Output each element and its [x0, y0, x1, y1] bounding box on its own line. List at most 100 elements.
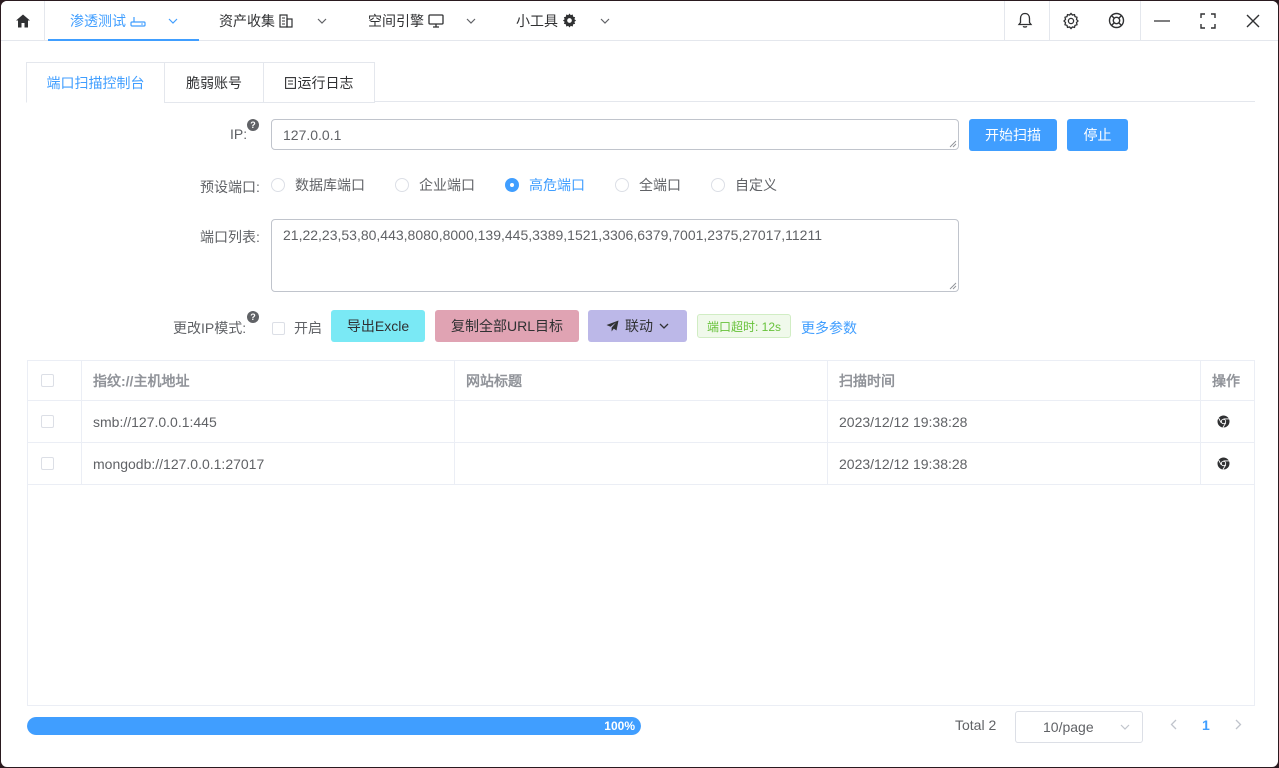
port-list-label: 端口列表:: [200, 229, 260, 245]
row-action-open-browser[interactable]: [1201, 401, 1254, 443]
column-header: 指纹://主机地址: [82, 361, 455, 401]
app-window: 渗透测试 资产收集 空间引擎 小工具 端口扫描控制台 脆弱账号 运行日志 IP:…: [1, 1, 1278, 767]
close-button[interactable]: [1230, 1, 1276, 40]
cell-time: 2023/12/12 19:38:28: [828, 401, 1201, 443]
ip-label: IP:: [230, 126, 248, 142]
radio-circle: [505, 178, 519, 192]
radio-custom[interactable]: 自定义: [711, 175, 777, 195]
notifications-button[interactable]: [1002, 1, 1048, 40]
page-number-current[interactable]: 1: [1202, 717, 1210, 733]
link-dropdown-button[interactable]: 联动: [588, 310, 687, 342]
tab-run-log[interactable]: 运行日志: [263, 62, 375, 103]
radio-all-ports[interactable]: 全端口: [615, 175, 681, 195]
chevron-down-icon: [659, 323, 669, 329]
tab-weak-accounts[interactable]: 脆弱账号: [164, 62, 264, 103]
bell-icon: [1017, 12, 1033, 28]
home-button[interactable]: [1, 1, 45, 40]
settings-icon: [1063, 12, 1079, 29]
chevron-left-icon: [1170, 719, 1177, 730]
close-icon: [1246, 14, 1260, 27]
tab-label: 脆弱账号: [186, 74, 242, 91]
pagination-total: Total 2: [955, 717, 997, 733]
radio-enterprise-ports[interactable]: 企业端口: [395, 175, 475, 195]
radio-label: 企业端口: [419, 177, 475, 193]
menu-tools[interactable]: 小工具: [499, 1, 629, 40]
tabs-divider: [349, 101, 1255, 102]
settings-button[interactable]: [1048, 1, 1094, 40]
ip-value: 127.0.0.1: [283, 127, 342, 143]
gear-icon: [562, 13, 577, 28]
tab-port-scan-console[interactable]: 端口扫描控制台: [26, 62, 165, 103]
radio-label: 全端口: [639, 177, 681, 193]
more-params-link[interactable]: 更多参数: [801, 318, 857, 338]
menu-asset-collection[interactable]: 资产收集: [199, 1, 349, 40]
checkbox-label: 开启: [294, 320, 322, 336]
resize-handle-icon[interactable]: [949, 140, 957, 148]
export-excel-button[interactable]: 导出Excle: [331, 310, 425, 342]
chrome-icon: [1217, 415, 1230, 428]
tab-label: 运行日志: [297, 74, 354, 91]
minimize-button[interactable]: [1139, 1, 1185, 40]
chevron-down-icon: [168, 18, 178, 24]
radio-label: 自定义: [735, 177, 777, 193]
chevron-down-icon: [600, 18, 610, 24]
stop-button[interactable]: 停止: [1067, 119, 1128, 151]
ip-mode-checkbox[interactable]: 开启: [272, 318, 322, 338]
chevron-down-icon: [466, 18, 476, 24]
lifebuoy-icon: [1108, 12, 1124, 29]
row-checkbox[interactable]: [28, 401, 82, 443]
log-icon: [284, 76, 296, 89]
tab-label: 端口扫描控制台: [46, 74, 145, 91]
menu-asset-label: 资产收集: [219, 12, 275, 29]
maximize-icon: [1200, 12, 1216, 29]
radio-circle: [711, 178, 725, 192]
radio-circle: [271, 178, 285, 192]
cell-title: [455, 401, 828, 443]
help-icon[interactable]: ?: [247, 311, 259, 323]
maximize-button[interactable]: [1185, 1, 1231, 40]
column-header: 操作: [1201, 361, 1254, 401]
radio-database-ports[interactable]: 数据库端口: [271, 175, 365, 195]
prev-page-button[interactable]: [1170, 717, 1177, 733]
checkbox-box: [272, 321, 285, 335]
chevron-down-icon: [1120, 724, 1130, 730]
preset-ports-label: 预设端口:: [200, 179, 260, 195]
port-list-value: 21,22,23,53,80,443,8080,8000,139,445,338…: [283, 227, 822, 243]
row-action-open-browser[interactable]: [1201, 443, 1254, 485]
scan-progress-bar: 100%: [27, 717, 641, 735]
progress-label: 100%: [604, 719, 635, 733]
resize-handle-icon[interactable]: [949, 282, 957, 290]
header-select-all[interactable]: [28, 361, 82, 401]
minimize-icon: [1154, 19, 1170, 22]
ip-input[interactable]: 127.0.0.1: [271, 119, 959, 150]
ip-mode-label: 更改IP模式:: [173, 320, 247, 336]
radio-circle: [615, 178, 629, 192]
radio-label: 数据库端口: [295, 177, 365, 193]
page-size-select[interactable]: 10/page: [1015, 711, 1143, 743]
building-icon: [279, 13, 293, 28]
port-timeout-tag: 端口超时: 12s: [697, 314, 792, 338]
link-button-label: 联动: [625, 318, 653, 334]
home-icon: [15, 14, 30, 27]
top-menu-bar: 渗透测试 资产收集 空间引擎 小工具: [1, 1, 1278, 41]
column-header: 网站标题: [455, 361, 828, 401]
menu-pentest-label: 渗透测试: [70, 12, 126, 29]
cell-address: smb://127.0.0.1:445: [82, 401, 455, 443]
start-scan-button[interactable]: 开始扫描: [969, 119, 1057, 151]
menu-pentest[interactable]: 渗透测试: [48, 1, 199, 41]
page-size-value: 10/page: [1043, 719, 1094, 735]
next-page-button[interactable]: [1235, 717, 1242, 733]
help-button[interactable]: [1093, 1, 1139, 40]
radio-high-risk-ports[interactable]: 高危端口: [505, 175, 585, 195]
row-checkbox[interactable]: [28, 443, 82, 485]
cell-time: 2023/12/12 19:38:28: [828, 443, 1201, 485]
menu-space-engine[interactable]: 空间引擎: [349, 1, 499, 40]
checkbox-box: [41, 457, 54, 470]
help-icon[interactable]: ?: [247, 119, 259, 131]
copy-all-urls-button[interactable]: 复制全部URL目标: [435, 310, 579, 342]
cell-address: mongodb://127.0.0.1:27017: [82, 443, 455, 485]
monitor-icon: [428, 13, 444, 28]
radio-label: 高危端口: [529, 177, 585, 193]
server-icon: [130, 15, 146, 27]
port-list-input[interactable]: 21,22,23,53,80,443,8080,8000,139,445,338…: [271, 219, 959, 292]
